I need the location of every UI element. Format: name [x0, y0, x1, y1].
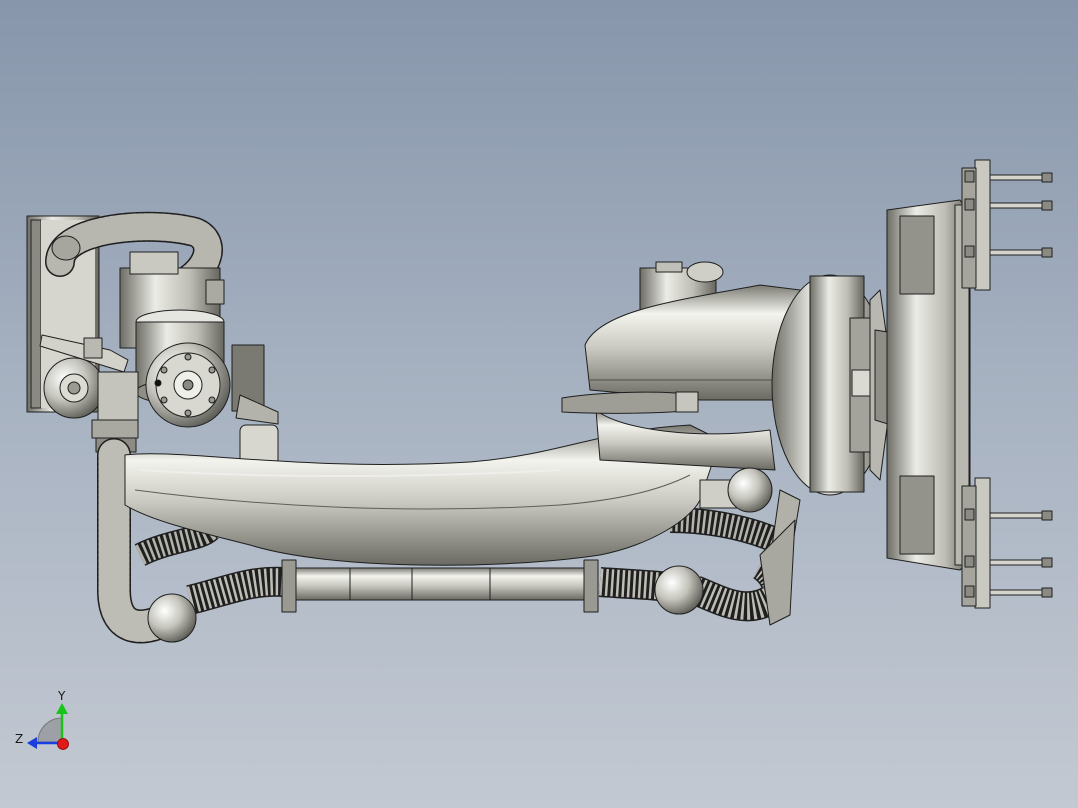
- z-axis-arrowhead: [27, 737, 37, 749]
- y-axis-arrowhead: [56, 703, 68, 714]
- z-axis-label: Z: [15, 732, 23, 746]
- x-axis-dot: [57, 738, 69, 750]
- orientation-triad[interactable]: Y Z: [15, 689, 69, 750]
- cad-3d-viewport[interactable]: Y Z: [0, 0, 1078, 808]
- bolt-bracket-top: [961, 159, 1053, 291]
- base-plate: [886, 199, 971, 571]
- y-axis-label: Y: [57, 689, 66, 703]
- bolt-bracket-bottom: [961, 477, 1053, 609]
- robot-arm-model[interactable]: Y Z: [0, 0, 1078, 808]
